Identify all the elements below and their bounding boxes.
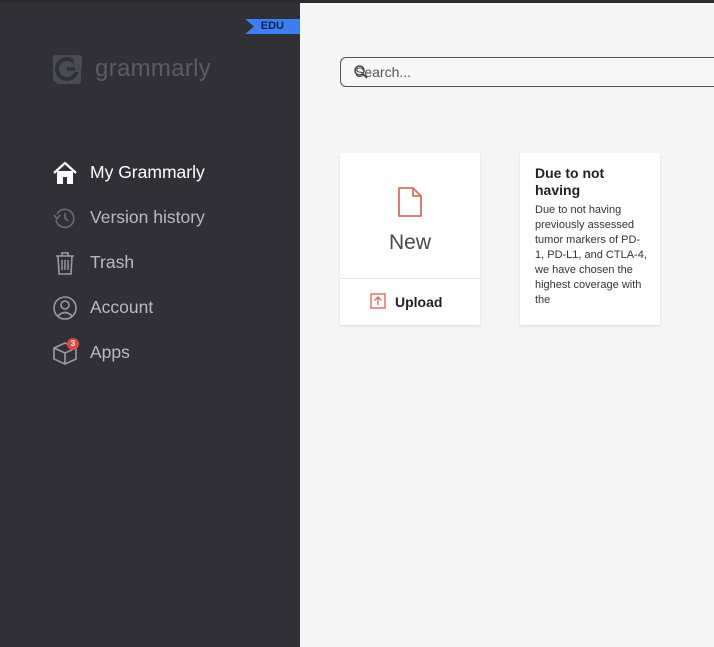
sidebar-nav: My Grammarly Version history Trash Accou… bbox=[0, 150, 300, 375]
sidebar-item-label: Account bbox=[90, 297, 154, 317]
grammarly-logo[interactable]: grammarly bbox=[50, 52, 211, 86]
search-input[interactable] bbox=[355, 58, 695, 86]
new-document-icon bbox=[398, 187, 422, 217]
window-top-border bbox=[0, 0, 714, 3]
document-title: Due to not having bbox=[535, 165, 605, 198]
sidebar-item-my-grammarly[interactable]: My Grammarly bbox=[0, 150, 300, 195]
sidebar-item-trash[interactable]: Trash bbox=[0, 240, 300, 285]
sidebar-item-label: Apps bbox=[90, 342, 130, 362]
sidebar-item-label: My Grammarly bbox=[90, 162, 205, 182]
document-preview: Due to not having previously assessed tu… bbox=[535, 204, 647, 306]
sidebar-item-version-history[interactable]: Version history bbox=[0, 195, 300, 240]
history-icon bbox=[52, 205, 78, 231]
upload-label: Upload bbox=[395, 294, 443, 310]
logo-text: grammarly bbox=[95, 55, 212, 82]
trash-icon bbox=[52, 250, 78, 276]
sidebar-item-account[interactable]: Account bbox=[0, 285, 300, 330]
sidebar-item-apps[interactable]: 3 Apps bbox=[0, 330, 300, 375]
new-label: New bbox=[388, 231, 431, 254]
apps-box-icon: 3 bbox=[52, 337, 79, 366]
edu-badge: EDU bbox=[245, 19, 300, 34]
grammarly-logo-icon bbox=[53, 55, 82, 84]
account-icon bbox=[52, 295, 78, 321]
new-document-button[interactable]: New bbox=[340, 153, 480, 278]
upload-icon bbox=[370, 293, 386, 309]
notification-badge: 3 bbox=[67, 337, 79, 350]
sidebar-item-label: Version history bbox=[90, 207, 205, 227]
sidebar: EDU grammarly My Grammarly Version histo… bbox=[0, 0, 300, 647]
new-document-card: New Upload bbox=[340, 153, 480, 325]
search-bar bbox=[340, 57, 714, 87]
upload-button[interactable]: Upload bbox=[340, 279, 480, 325]
sidebar-item-label: Trash bbox=[90, 252, 135, 272]
home-icon bbox=[52, 160, 78, 186]
document-card[interactable]: Due to not having Due to not having prev… bbox=[520, 153, 660, 325]
